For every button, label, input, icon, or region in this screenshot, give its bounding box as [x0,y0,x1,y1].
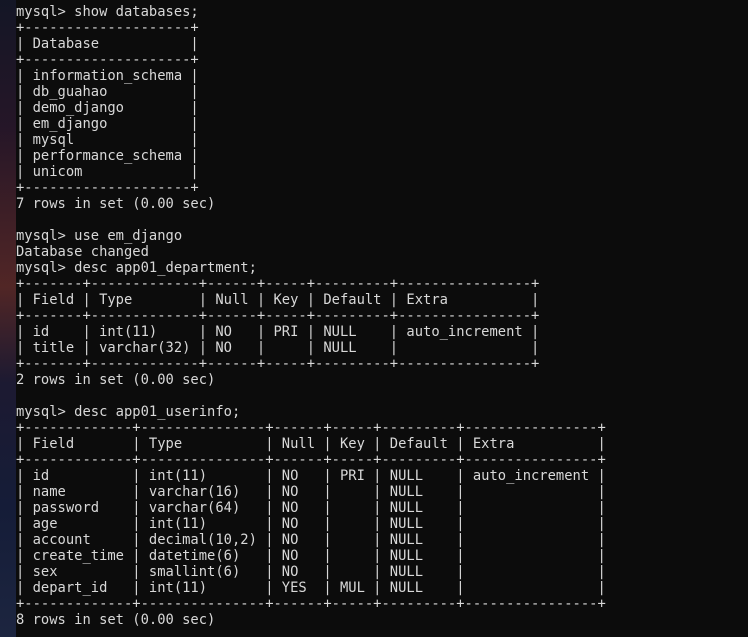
terminal-line: mysql> use em_django [16,228,183,244]
terminal-line: 8 rows in set (0.00 sec) [16,612,216,628]
terminal-line: | title | varchar(32) | NO | | NULL | | [16,340,540,356]
terminal-line: | information_schema | [16,68,199,84]
terminal-line: | unicom | [16,164,199,180]
terminal-line: | sex | smallint(6) | NO | | NULL | | [16,564,606,580]
terminal-line: | age | int(11) | NO | | NULL | | [16,516,606,532]
terminal-line: | Field | Type | Null | Key | Default | … [16,436,606,452]
terminal-line: | Field | Type | Null | Key | Default | … [16,292,540,308]
terminal-line: +-------+-------------+------+-----+----… [16,276,540,292]
terminal-line: +--------------------+ [16,20,199,36]
terminal-line: | create_time | datetime(6) | NO | | NUL… [16,548,606,564]
terminal-window[interactable]: mysql> show databases; +-----------------… [0,0,748,637]
terminal-line: +--------------------+ [16,180,199,196]
terminal-line: mysql> show databases; [16,4,199,20]
terminal-line: | id | int(11) | NO | PRI | NULL | auto_… [16,468,606,484]
terminal-line: | mysql | [16,132,199,148]
terminal-line: | performance_schema | [16,148,199,164]
terminal-line: 7 rows in set (0.00 sec) [16,196,216,212]
terminal-line: +-------+-------------+------+-----+----… [16,356,540,372]
terminal-line: | demo_django | [16,100,199,116]
terminal-line: | db_guahao | [16,84,199,100]
console-output[interactable]: mysql> show databases; +-----------------… [16,4,606,628]
terminal-line: +-------------+---------------+------+--… [16,452,606,468]
terminal-line: Database changed [16,244,149,260]
terminal-line: mysql> desc app01_userinfo; [16,404,241,420]
terminal-line: | depart_id | int(11) | YES | MUL | NULL… [16,580,606,596]
terminal-line: 2 rows in set (0.00 sec) [16,372,216,388]
terminal-line: +-------------+---------------+------+--… [16,420,606,436]
terminal-line: | id | int(11) | NO | PRI | NULL | auto_… [16,324,540,340]
terminal-line: +-------------+---------------+------+--… [16,596,606,612]
terminal-line: | password | varchar(64) | NO | | NULL |… [16,500,606,516]
terminal-line: +--------------------+ [16,52,199,68]
terminal-line: | account | decimal(10,2) | NO | | NULL … [16,532,606,548]
terminal-line: +-------+-------------+------+-----+----… [16,308,540,324]
terminal-line: | name | varchar(16) | NO | | NULL | | [16,484,606,500]
terminal-line: | Database | [16,36,199,52]
terminal-line: | em_django | [16,116,199,132]
wallpaper-background [0,0,16,637]
terminal-line: mysql> desc app01_department; [16,260,257,276]
